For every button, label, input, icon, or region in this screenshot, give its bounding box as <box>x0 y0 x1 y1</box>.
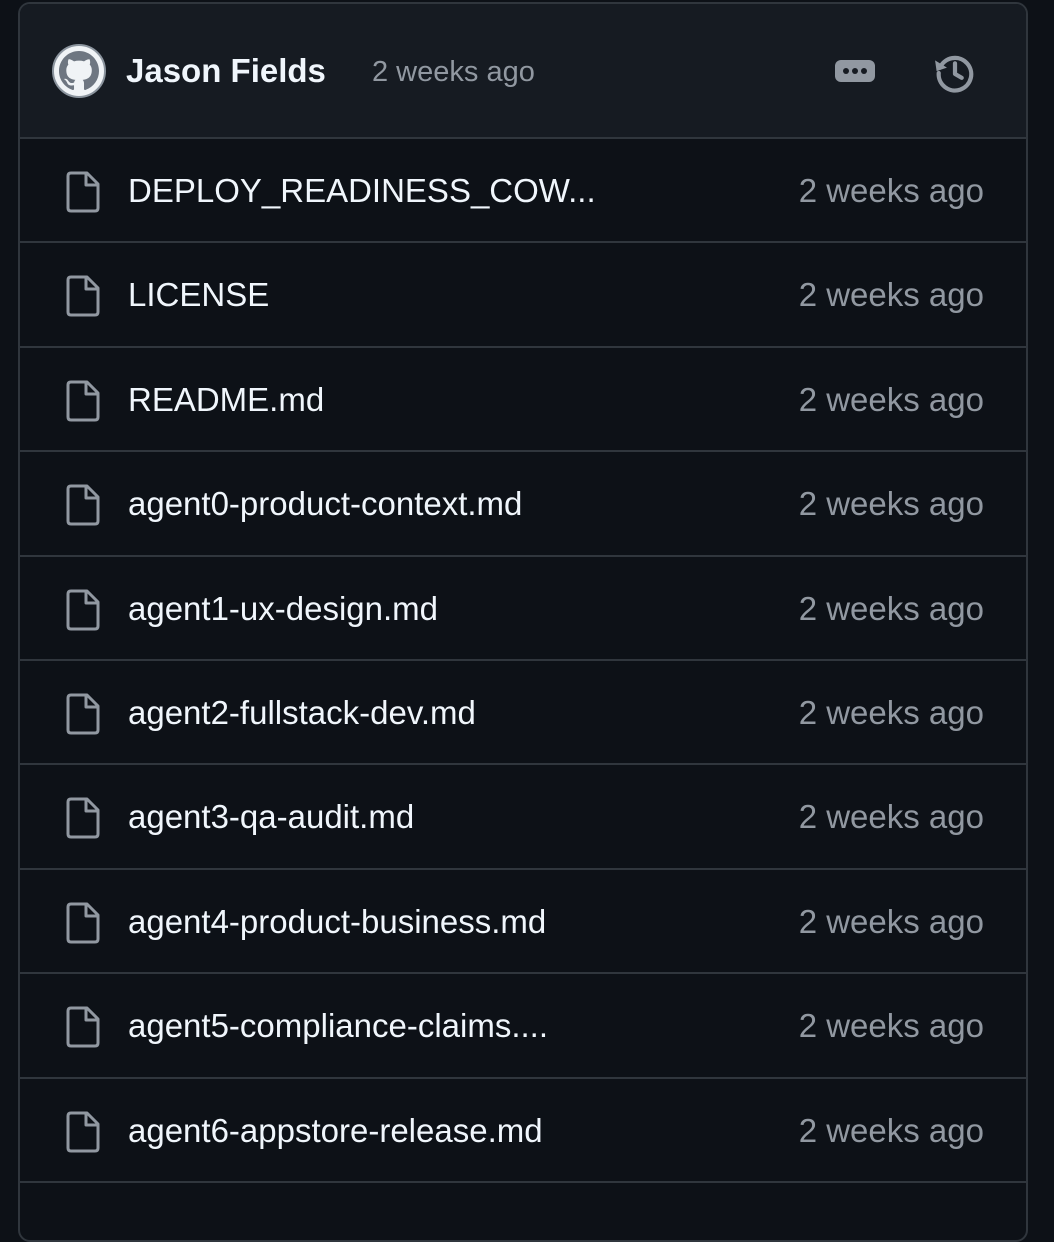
file-commit-time: 2 weeks ago <box>798 902 984 940</box>
file-commit-time: 2 weeks ago <box>798 172 984 209</box>
file-row[interactable]: agent1-ux-design.md 2 weeks ago <box>20 557 1026 661</box>
file-commit-time: 2 weeks ago <box>798 798 984 836</box>
file-icon <box>66 275 100 317</box>
file-icon <box>66 693 100 735</box>
file-row[interactable]: agent3-qa-audit.md 2 weeks ago <box>20 765 1026 870</box>
file-name-link[interactable]: agent6-appstore-release.md <box>128 1111 543 1151</box>
file-name-link[interactable]: DEPLOY_READINESS_COW... <box>128 171 596 211</box>
file-commit-time: 2 weeks ago <box>798 276 984 314</box>
file-icon <box>66 902 100 944</box>
latest-commit-header: Jason Fields 2 weeks ago <box>20 4 1026 139</box>
file-row[interactable]: agent5-compliance-claims.... 2 weeks ago <box>20 974 1026 1079</box>
file-commit-time: 2 weeks ago <box>798 1007 984 1045</box>
github-octocat-icon <box>59 51 99 91</box>
file-name-link[interactable]: agent5-compliance-claims.... <box>128 1006 548 1046</box>
file-commit-time: 2 weeks ago <box>798 1111 984 1149</box>
file-list-panel: Jason Fields 2 weeks ago DEPLOY_READINES… <box>18 2 1028 1242</box>
history-button[interactable] <box>930 48 980 98</box>
commit-author[interactable]: Jason Fields <box>126 51 326 91</box>
file-row[interactable]: README.md 2 weeks ago <box>20 348 1026 453</box>
avatar[interactable] <box>52 44 106 98</box>
commit-time: 2 weeks ago <box>372 56 535 88</box>
file-name-link[interactable]: agent2-fullstack-dev.md <box>128 693 476 733</box>
more-options-button[interactable] <box>832 54 878 88</box>
file-name-link[interactable]: README.md <box>128 380 324 420</box>
file-icon <box>66 797 100 839</box>
file-row[interactable]: agent4-product-business.md 2 weeks ago <box>20 870 1026 975</box>
file-name-link[interactable]: agent3-qa-audit.md <box>128 797 414 837</box>
file-name-link[interactable]: agent0-product-context.md <box>128 484 522 524</box>
history-icon <box>935 55 974 93</box>
file-row[interactable]: LICENSE 2 weeks ago <box>20 243 1026 348</box>
file-name-link[interactable]: agent4-product-business.md <box>128 902 546 942</box>
file-icon <box>66 1111 100 1153</box>
file-icon <box>66 380 100 422</box>
file-row[interactable]: agent2-fullstack-dev.md 2 weeks ago <box>20 661 1026 766</box>
file-icon <box>66 171 100 213</box>
file-commit-time: 2 weeks ago <box>798 589 984 627</box>
file-commit-time: 2 weeks ago <box>798 380 984 418</box>
file-icon <box>66 589 100 631</box>
file-icon <box>66 484 100 526</box>
file-row[interactable]: DEPLOY_READINESS_COW... 2 weeks ago <box>20 139 1026 244</box>
file-list: DEPLOY_READINESS_COW... 2 weeks ago LICE… <box>20 139 1026 1183</box>
file-name-link[interactable]: agent1-ux-design.md <box>128 589 438 629</box>
file-commit-time: 2 weeks ago <box>798 693 984 731</box>
file-row[interactable]: agent6-appstore-release.md 2 weeks ago <box>20 1079 1026 1183</box>
file-row[interactable]: agent0-product-context.md 2 weeks ago <box>20 452 1026 557</box>
file-icon <box>66 1006 100 1048</box>
file-commit-time: 2 weeks ago <box>798 485 984 523</box>
file-name-link[interactable]: LICENSE <box>128 275 269 315</box>
kebab-horizontal-icon <box>835 60 875 82</box>
